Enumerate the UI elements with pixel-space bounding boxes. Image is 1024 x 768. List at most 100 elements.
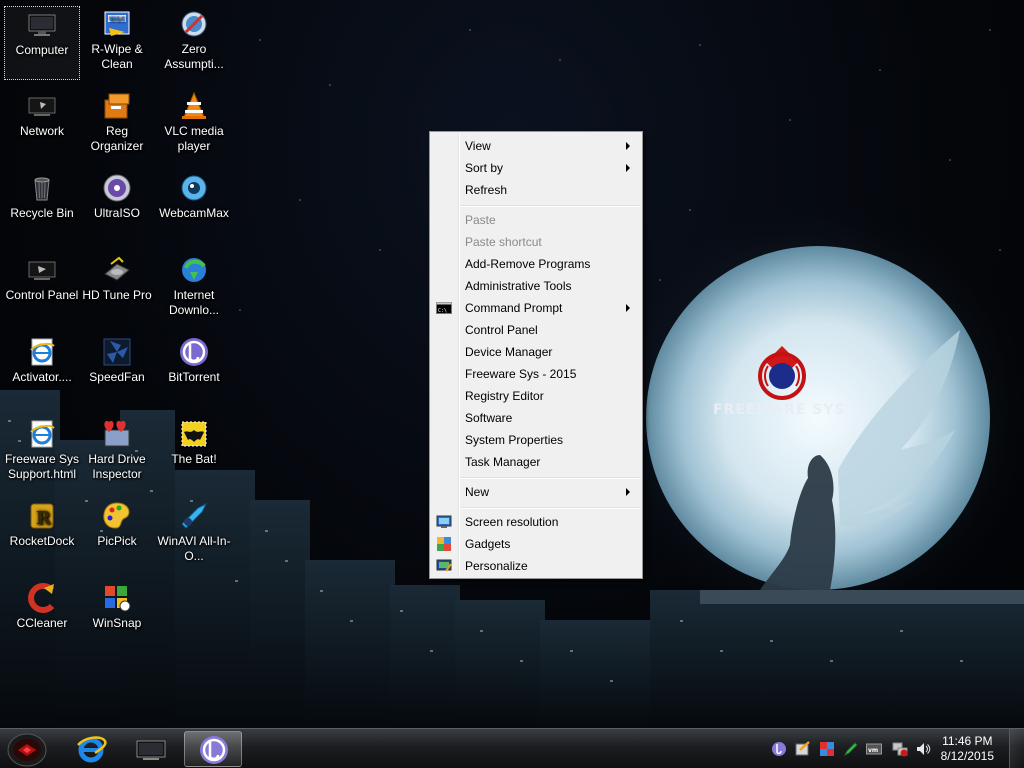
taskbar-windows-explorer-button[interactable] [122,731,180,767]
menu-item-add-remove-programs[interactable]: Add-Remove Programs [432,253,640,275]
gadgets-icon [437,537,451,551]
desktop-icon-ultraiso[interactable]: UltraISO [79,170,155,244]
desktop-icon-label: SpeedFan [89,370,145,384]
ie-document-icon [30,420,55,448]
menu-item-sort-by[interactable]: Sort by [432,157,640,179]
desktop-icon-activator[interactable]: Activator.... [4,334,80,408]
menu-item-device-manager[interactable]: Device Manager [432,341,640,363]
clock-date: 8/12/2015 [940,749,994,763]
desktop-icon-freeware-sys-support[interactable]: Freeware Sys Support.html [2,416,82,490]
menu-item-label: Device Manager [465,345,553,359]
desktop-icon-label: R-Wipe & Clean [91,42,143,71]
menu-item-view[interactable]: View [432,135,640,157]
hard-drive-inspector-icon [104,420,130,447]
vmware-tray-icon[interactable]: vm [866,741,882,757]
winavi-icon [181,502,208,529]
network-tray-icon[interactable] [892,741,908,757]
edit-tray-icon[interactable] [843,741,859,757]
menu-item-label: View [465,139,491,153]
webcammax-icon [181,175,207,201]
desktop-icon-r-wipe-clean[interactable]: W&C R-Wipe & Clean [79,6,155,80]
hd-tune-pro-icon [104,256,130,281]
desktop-icon-webcammax[interactable]: WebcamMax [156,170,232,244]
menu-item-label: Sort by [465,161,504,175]
menu-item-label: Software [465,411,513,425]
desktop-icon-the-bat[interactable]: The Bat! [156,416,232,490]
desktop-icon-label: RocketDock [9,534,75,548]
desktop-icon-zero-assumption[interactable]: Zero Assumpti... [156,6,232,80]
menu-item-paste[interactable]: Paste [432,209,640,231]
menu-item-software[interactable]: Software [432,407,640,429]
submenu-arrow-icon [626,488,630,496]
desktop-icon-label: Control Panel [5,288,79,302]
r-wipe-clean-icon: W&C [104,11,130,36]
tool-tray-icon[interactable] [795,741,811,757]
desktop-icon-reg-organizer[interactable]: Reg Organizer [79,88,155,162]
speedfan-icon [103,338,131,366]
svg-text:C:\: C:\ [438,308,447,314]
desktop-icon-winsnap[interactable]: WinSnap [79,580,155,654]
menu-item-paste-shortcut[interactable]: Paste shortcut [432,231,640,253]
menu-item-label: New [465,485,490,499]
menu-item-task-manager[interactable]: Task Manager [432,451,640,473]
start-button[interactable] [6,730,48,768]
menu-item-freeware-sys-2015[interactable]: Freeware Sys - 2015 [432,363,640,385]
taskbar-internet-explorer-button[interactable] [62,731,120,767]
reg-organizer-icon [104,93,130,119]
desktop-icon-hard-drive-inspector[interactable]: Hard Drive Inspector [79,416,155,490]
desktop-icon-ccleaner[interactable]: CCleaner [4,580,80,654]
menu-item-system-properties[interactable]: System Properties [432,429,640,451]
the-bat-icon [181,421,207,447]
desktop-icon-vlc[interactable]: VLC media player [156,88,232,162]
shield-tray-icon[interactable] [819,741,835,757]
desktop-icon-label: WebcamMax [159,206,229,220]
desktop-icon-winavi[interactable]: WinAVI All-In-O... [156,498,232,572]
desktop-icon-picpick[interactable]: PicPick [79,498,155,572]
desktop-icon-control-panel[interactable]: Control Panel [4,252,80,326]
menu-item-label: Refresh [465,183,508,197]
menu-item-label: Add-Remove Programs [465,257,591,271]
menu-item-control-panel[interactable]: Control Panel [432,319,640,341]
desktop-icon-speedfan[interactable]: SpeedFan [79,334,155,408]
volume-tray-icon[interactable] [915,741,931,757]
bittorrent-icon [200,736,228,764]
taskbar-clock[interactable]: 11:46 PM 8/12/2015 [941,734,994,764]
menu-item-gadgets[interactable]: Gadgets [432,533,640,555]
bittorrent-tray-icon[interactable] [771,741,787,757]
menu-item-label: Freeware Sys - 2015 [465,367,577,381]
menu-item-administrative-tools[interactable]: Administrative Tools [432,275,640,297]
command-prompt-icon: C:\ [436,302,452,314]
taskbar-bittorrent-button[interactable] [184,731,242,767]
menu-item-screen-resolution[interactable]: Screen resolution [432,511,640,533]
menu-item-label: System Properties [465,433,564,447]
menu-item-label: Registry Editor [465,389,544,403]
desktop-icon-bittorrent[interactable]: BitTorrent [156,334,232,408]
menu-item-personalize[interactable]: Personalize [432,555,640,577]
menu-separator [461,507,640,509]
menu-item-label: Personalize [465,559,528,573]
desktop-icon-label: WinSnap [92,616,142,630]
screen-resolution-icon [436,515,452,528]
desktop-icon-internet-download-manager[interactable]: Internet Downlo... [156,252,232,326]
menu-item-label: Administrative Tools [465,279,572,293]
desktop-context-menu: View Sort by Refresh Paste Paste shortcu… [429,131,643,579]
desktop-icon-network[interactable]: Network [4,88,80,162]
desktop-icon-recycle-bin[interactable]: Recycle Bin [4,170,80,244]
menu-item-new[interactable]: New [432,481,640,503]
menu-item-registry-editor[interactable]: Registry Editor [432,385,640,407]
submenu-arrow-icon [626,164,630,172]
menu-separator [461,205,640,207]
desktop-icon-rocketdock[interactable]: R RocketDock [4,498,80,572]
ccleaner-icon [28,583,55,613]
desktop-icon-hd-tune-pro[interactable]: HD Tune Pro [79,252,155,326]
desktop-icon-label: Freeware Sys Support.html [4,452,80,481]
menu-item-command-prompt[interactable]: C:\ Command Prompt [432,297,640,319]
svg-text:vm: vm [868,747,878,754]
desktop-icon-label: Internet Downlo... [168,288,220,317]
desktop-icon-computer[interactable]: Computer [4,6,80,80]
ie-document-icon [30,338,55,366]
wallpaper-brand-text: FREEWARE SYS [713,402,846,418]
menu-item-refresh[interactable]: Refresh [432,179,640,201]
show-desktop-button[interactable] [1009,729,1024,768]
menu-item-label: Control Panel [465,323,538,337]
